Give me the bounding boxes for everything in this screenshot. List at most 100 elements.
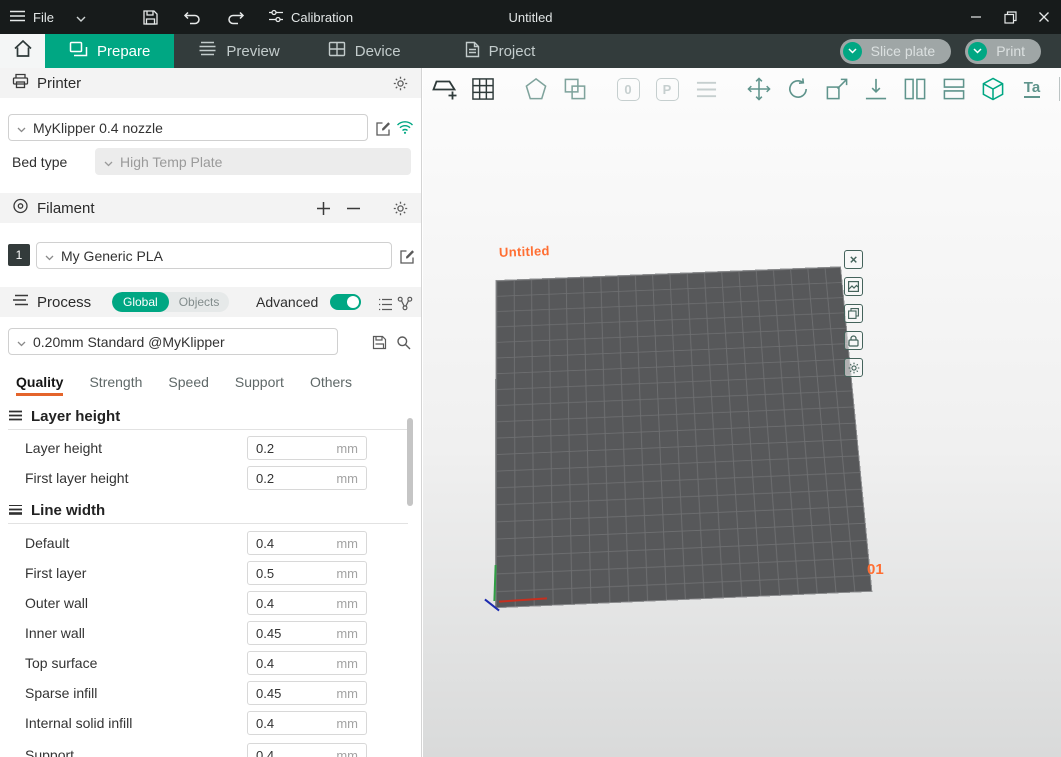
inner-wall-value: 0.45 <box>256 626 281 641</box>
chevron-down-icon <box>45 248 54 264</box>
layer-height-input[interactable]: 0.2 mm <box>247 436 367 460</box>
arrange-all-icon[interactable] <box>468 75 498 103</box>
add-filament-icon[interactable] <box>314 199 332 217</box>
undo-button[interactable] <box>180 4 206 30</box>
edit-printer-icon[interactable] <box>374 119 392 137</box>
sidebar-scrollbar[interactable] <box>407 418 413 506</box>
printer-preset-select[interactable]: MyKlipper 0.4 nozzle <box>8 114 368 141</box>
tab-project[interactable]: Project <box>441 34 560 68</box>
lock-plate-button[interactable] <box>844 331 863 350</box>
compare-presets-icon[interactable] <box>396 294 414 312</box>
process-section-header: Process Global Objects Advanced <box>0 287 421 317</box>
top-surface-input[interactable]: 0.4 mm <box>247 651 367 675</box>
inner-wall-input[interactable]: 0.45 mm <box>247 621 367 645</box>
move-icon[interactable] <box>744 75 774 103</box>
assembly-list-icon[interactable] <box>691 75 721 103</box>
line-width-default-input[interactable]: 0.4 mm <box>247 531 367 555</box>
line-width-icon <box>8 502 23 519</box>
split-to-objects-icon[interactable] <box>900 75 930 103</box>
internal-solid-infill-input[interactable]: 0.4 mm <box>247 711 367 735</box>
bed-type-value: High Temp Plate <box>120 154 222 170</box>
tab-preview[interactable]: Preview <box>174 34 303 68</box>
line-width-group-header: Line width <box>8 498 408 524</box>
process-preset-select[interactable]: 0.20mm Standard @MyKlipper <box>8 328 338 355</box>
minimize-button[interactable] <box>959 0 993 34</box>
process-tab-strength[interactable]: Strength <box>89 368 142 396</box>
plate-name-label: Untitled <box>499 243 550 260</box>
assembly-p-icon[interactable]: P <box>652 75 682 103</box>
build-plate[interactable] <box>495 266 873 608</box>
plate-settings-button[interactable] <box>844 358 863 377</box>
bed-type-select[interactable]: High Temp Plate <box>95 148 411 175</box>
home-button[interactable] <box>0 34 45 68</box>
line-width-default-unit: mm <box>336 536 358 551</box>
scale-icon[interactable] <box>822 75 852 103</box>
filament-preset-select[interactable]: My Generic PLA <box>36 242 392 269</box>
wifi-icon[interactable] <box>396 118 414 136</box>
bed-type-label: Bed type <box>12 154 67 170</box>
tab-device[interactable]: Device <box>304 34 425 68</box>
add-text-icon[interactable]: Ta <box>1017 75 1047 103</box>
project-icon <box>465 41 480 62</box>
assembly-0-icon[interactable]: 0 <box>613 75 643 103</box>
slice-plate-button[interactable]: Slice plate <box>840 39 952 64</box>
add-plate-icon[interactable] <box>429 75 459 103</box>
calibration-button[interactable]: Calibration <box>268 0 353 34</box>
rotate-icon[interactable] <box>783 75 813 103</box>
scope-objects-option[interactable]: Objects <box>169 292 230 312</box>
plate-button-column: × <box>844 250 863 377</box>
chevron-down-icon <box>76 10 86 25</box>
advanced-label: Advanced <box>256 294 318 310</box>
process-tab-support[interactable]: Support <box>235 368 284 396</box>
print-options-dropdown[interactable] <box>968 42 987 61</box>
printer-settings-gear-icon[interactable] <box>391 74 409 92</box>
slice-options-dropdown[interactable] <box>843 42 862 61</box>
scope-global-option[interactable]: Global <box>112 292 169 312</box>
calibration-icon <box>268 8 284 27</box>
file-menu-button[interactable]: File <box>0 0 98 34</box>
redo-button[interactable] <box>222 4 248 30</box>
orient-plate-button[interactable] <box>844 277 863 296</box>
layer-height-value: 0.2 <box>256 441 274 456</box>
save-preset-icon[interactable] <box>370 333 388 351</box>
arrange-plate-button[interactable] <box>844 304 863 323</box>
process-tab-speed[interactable]: Speed <box>168 368 208 396</box>
main-tab-bar: Prepare Preview Device Project Slice pla… <box>0 34 1061 68</box>
merge-objects-icon[interactable] <box>560 75 590 103</box>
setting-row: First layer 0.5 mm <box>0 560 421 587</box>
lay-on-face-icon[interactable] <box>861 75 891 103</box>
maximize-button[interactable] <box>993 0 1027 34</box>
setting-row: Inner wall 0.45 mm <box>0 620 421 647</box>
advanced-toggle[interactable] <box>330 294 361 310</box>
edit-filament-icon[interactable] <box>398 247 416 265</box>
setting-row: Support 0.4 mm <box>0 742 421 757</box>
save-project-button[interactable] <box>138 4 164 30</box>
support-line-width-input[interactable]: 0.4 mm <box>247 743 367 757</box>
remove-filament-icon[interactable] <box>344 199 362 217</box>
printer-section-title: Printer <box>37 75 81 92</box>
viewport-3d[interactable]: 0 P Ta Untitled 01 × <box>423 68 1061 757</box>
titlebar: File Calibration Untitled <box>0 0 1061 34</box>
sparse-infill-input[interactable]: 0.45 mm <box>247 681 367 705</box>
tab-prepare[interactable]: Prepare <box>45 34 174 68</box>
line-width-first-layer-input[interactable]: 0.5 mm <box>247 561 367 585</box>
outer-wall-label: Outer wall <box>25 595 88 611</box>
top-surface-label: Top surface <box>25 655 97 671</box>
prepare-icon <box>69 41 88 62</box>
process-tab-others[interactable]: Others <box>310 368 352 396</box>
auto-orient-icon[interactable] <box>521 75 551 103</box>
preset-list-icon[interactable] <box>376 295 394 313</box>
close-button[interactable] <box>1027 0 1061 34</box>
delete-plate-button[interactable]: × <box>844 250 863 269</box>
paint-support-icon[interactable] <box>978 75 1008 103</box>
process-scope-toggle[interactable]: Global Objects <box>112 292 229 312</box>
layer-height-group-title: Layer height <box>31 408 120 425</box>
filament-settings-gear-icon[interactable] <box>391 199 409 217</box>
search-icon[interactable] <box>394 333 412 351</box>
process-tab-quality[interactable]: Quality <box>16 368 63 396</box>
outer-wall-input[interactable]: 0.4 mm <box>247 591 367 615</box>
split-to-parts-icon[interactable] <box>939 75 969 103</box>
internal-solid-infill-unit: mm <box>336 716 358 731</box>
first-layer-height-input[interactable]: 0.2 mm <box>247 466 367 490</box>
print-button[interactable]: Print <box>965 39 1041 64</box>
